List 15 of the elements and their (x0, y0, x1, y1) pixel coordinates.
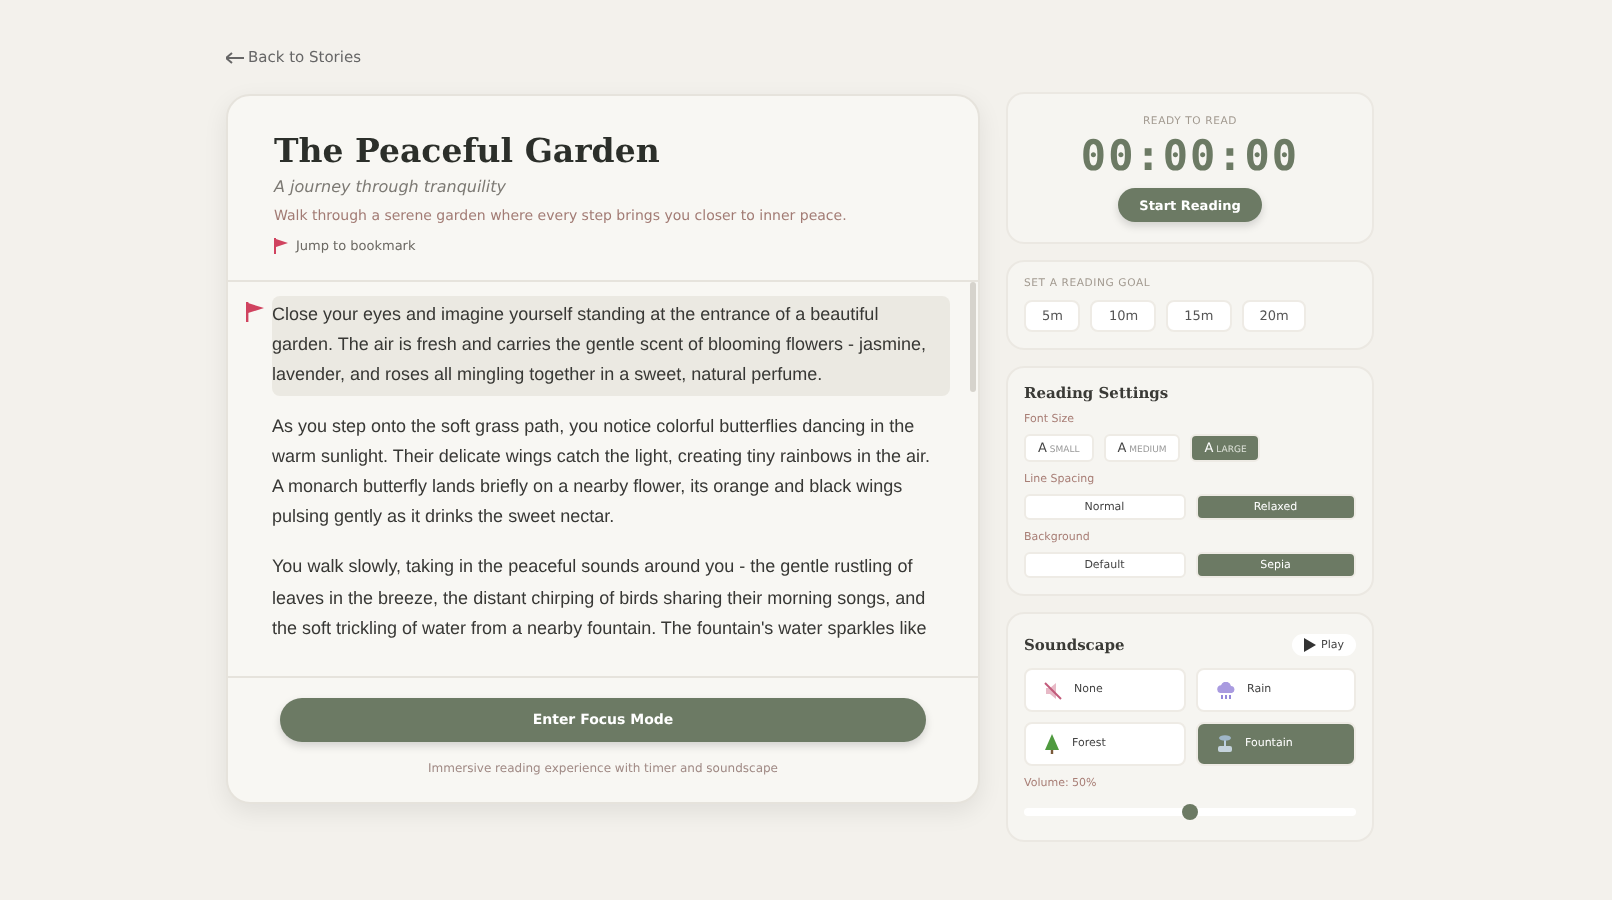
timer-display: 00:00:00 (1080, 132, 1300, 180)
story-title: The Peaceful Garden (274, 132, 662, 170)
play-icon (1303, 638, 1316, 652)
muted-speaker-icon (1044, 681, 1062, 699)
flag-icon (274, 238, 288, 254)
volume-thumb[interactable] (1182, 804, 1198, 820)
story-subtitle: A journey through tranquility (274, 178, 508, 196)
arrow-left-icon (226, 51, 244, 63)
fountain-icon (1215, 734, 1233, 754)
rain-cloud-icon (1215, 681, 1235, 699)
bookmark-flag-icon (246, 302, 264, 322)
tree-icon (1044, 734, 1060, 754)
story-paragraph: As you step onto the soft grass path, you notice colorful butterflies dancing in the warm sunlight. Their delicate wings catch the light, creating tiny rainbows in the air. A monarch butterfly lands briefly on a nearby flower, its orange and black wings pulsing gently as it drinks the sweet nectar. (272, 413, 932, 531)
story-paragraph: Close your eyes and imagine yourself standing at the entrance of a beautiful garden. The air is fresh and carries the gentle scent of blooming flowers - jasmine, lavender, and roses all mingling together in a sweet, natural perfume. (272, 296, 950, 396)
story-paragraph: You walk slowly, taking in the peaceful sounds around you - the gentle rustling of leaves in the breeze, the distant chirping of birds sharing their morning songs, and the soft trickling of water from a nearby fountain. The fountain's water sparkles like (272, 554, 929, 642)
